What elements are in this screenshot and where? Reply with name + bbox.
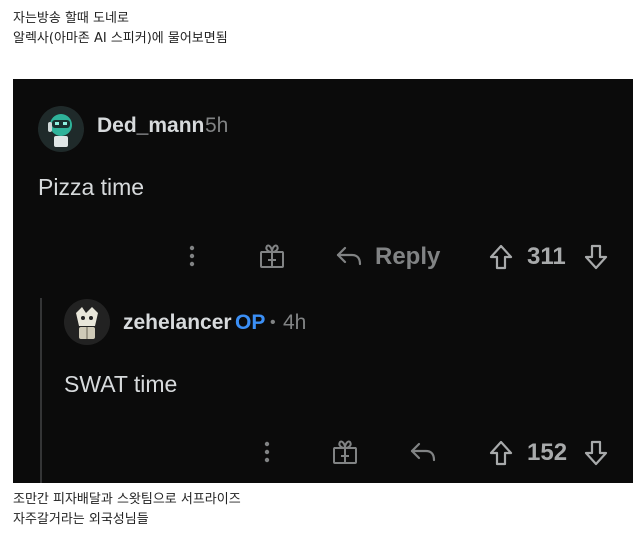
downvote-arrow-icon[interactable]	[583, 243, 609, 271]
thread-line[interactable]	[40, 298, 42, 483]
downvote-arrow-icon[interactable]	[583, 439, 609, 467]
vote-count: 311	[527, 243, 566, 270]
comment-thread-screenshot: Ded_mann 5h Pizza time Reply 311 zehelan…	[13, 79, 633, 483]
caption-line: 조만간 피자배달과 스왓팀으로 서프라이즈	[13, 492, 241, 507]
comment-timestamp: 5h	[205, 114, 229, 137]
comment-timestamp: 4h	[283, 311, 307, 334]
bottom-caption: 조만간 피자배달과 스왓팀으로 서프라이즈 자주갈거라는 외국성님들	[13, 490, 241, 530]
caption-line: 자는방송 할때 도네로	[13, 11, 129, 26]
gift-award-icon[interactable]	[258, 243, 286, 269]
meta-separator: •	[270, 314, 276, 331]
upvote-arrow-icon[interactable]	[488, 243, 514, 271]
top-caption: 자는방송 할때 도네로 알렉사(아마존 AI 스피커)에 물어보면됨	[13, 9, 228, 49]
comment-username[interactable]: Ded_mann	[97, 114, 204, 138]
gift-award-icon[interactable]	[331, 439, 359, 465]
more-vertical-icon[interactable]	[183, 243, 201, 269]
caption-line: 자주갈거라는 외국성님들	[13, 512, 149, 527]
comment-body: Pizza time	[38, 174, 145, 200]
upvote-arrow-icon[interactable]	[488, 439, 514, 467]
op-label: OP	[235, 311, 266, 334]
more-vertical-icon[interactable]	[258, 439, 276, 465]
comment-username[interactable]: zehelancer	[123, 311, 232, 335]
vote-count: 152	[527, 439, 568, 466]
comment-body: SWAT time	[64, 371, 178, 397]
reply-arrow-icon[interactable]	[409, 440, 437, 464]
avatar[interactable]	[64, 299, 110, 345]
caption-line: 알렉사(아마존 AI 스피커)에 물어보면됨	[13, 31, 228, 46]
reply-button[interactable]: Reply	[375, 243, 440, 271]
reply-arrow-icon[interactable]	[335, 244, 363, 268]
avatar[interactable]	[38, 106, 84, 152]
op-badge: OP	[235, 311, 265, 335]
